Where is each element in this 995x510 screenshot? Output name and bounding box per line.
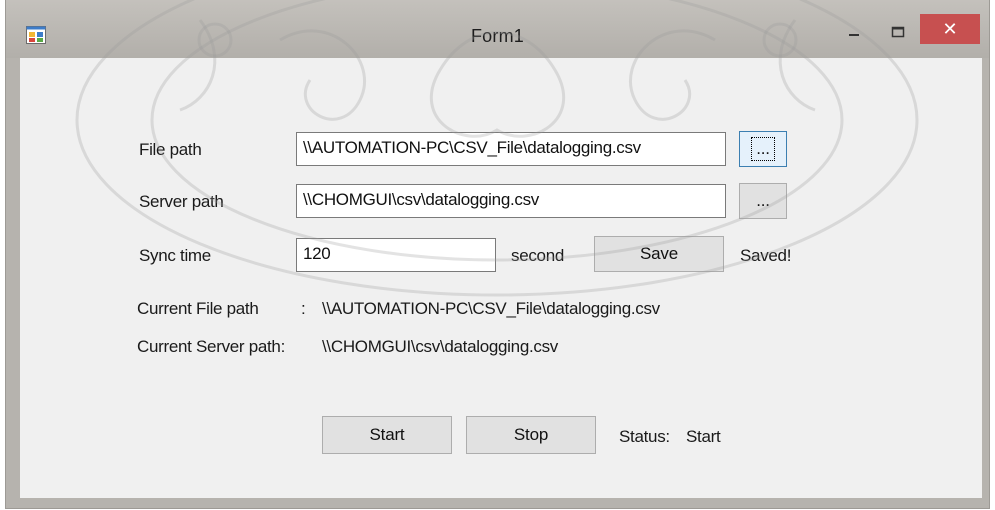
saved-status: Saved! [740, 246, 792, 265]
title-bar[interactable]: Form1 ✕ [6, 0, 989, 58]
save-button[interactable]: Save [594, 236, 724, 272]
form-client-area: File path \\AUTOMATION-PC\CSV_File\datal… [20, 58, 982, 498]
minimize-button[interactable] [832, 18, 876, 46]
status-label: Status: [619, 427, 670, 446]
current-file-path-value: \\AUTOMATION-PC\CSV_File\datalogging.csv [322, 299, 660, 318]
file-path-browse-label: ... [751, 137, 775, 161]
close-button[interactable]: ✕ [920, 14, 980, 44]
close-icon: ✕ [942, 18, 958, 39]
sync-time-input[interactable]: 120 [296, 238, 496, 272]
file-path-browse-button[interactable]: ... [739, 131, 787, 167]
file-path-label: File path [139, 140, 202, 159]
stop-button[interactable]: Stop [466, 416, 596, 454]
current-file-path-separator: : [301, 299, 306, 318]
server-path-label: Server path [139, 192, 224, 211]
save-button-label: Save [640, 244, 678, 263]
maximize-button[interactable] [876, 18, 920, 46]
sync-time-unit: second [511, 246, 565, 265]
start-button-label: Start [369, 425, 405, 444]
file-path-input[interactable]: \\AUTOMATION-PC\CSV_File\datalogging.csv [296, 132, 726, 166]
stop-button-label: Stop [513, 425, 549, 444]
minimize-icon [849, 34, 859, 36]
maximize-icon [891, 26, 905, 38]
status-value: Start [686, 427, 721, 446]
form1-window: Form1 ✕ File path \\AUTOMATION-PC\CSV_Fi… [6, 0, 989, 508]
server-path-browse-button[interactable]: ... [739, 183, 787, 219]
sync-time-label: Sync time [139, 246, 211, 265]
current-file-path-label: Current File path [137, 299, 259, 318]
server-path-input[interactable]: \\CHOMGUI\csv\datalogging.csv [296, 184, 726, 218]
current-server-path-label: Current Server path: [137, 337, 286, 356]
start-button[interactable]: Start [322, 416, 452, 454]
server-path-browse-label: ... [756, 191, 770, 210]
current-server-path-value: \\CHOMGUI\csv\datalogging.csv [322, 337, 558, 356]
